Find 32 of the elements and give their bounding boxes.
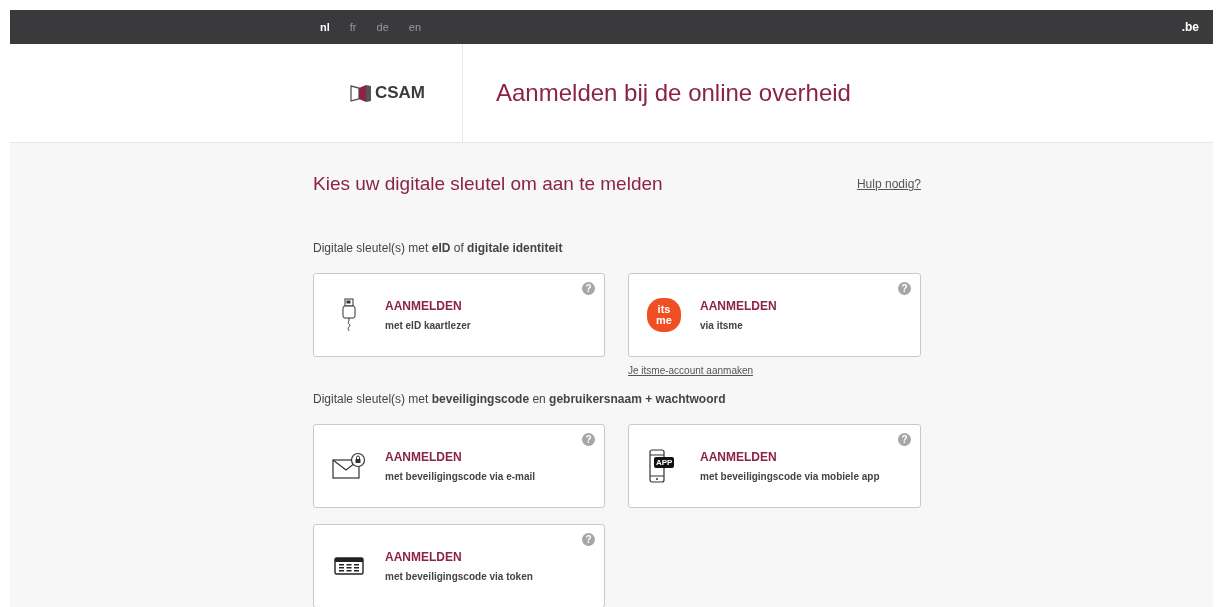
card-title: AANMELDEN xyxy=(385,448,463,466)
login-card[interactable]: AANMELDEN met beveiligingscode via e-mail ? xyxy=(313,423,605,508)
card-subtitle: met beveiligingscode via mobiele app xyxy=(700,469,880,484)
language-link[interactable]: de xyxy=(376,18,389,36)
card-title: AANMELDEN xyxy=(700,297,777,315)
card-subtitle: met beveiligingscode via token xyxy=(385,569,533,584)
login-card[interactable]: AANMELDEN met beveiligingscode via token ? xyxy=(313,523,605,607)
create-account-link[interactable]: Je itsme-account aanmaken xyxy=(628,362,754,378)
card-subtitle: via itsme xyxy=(700,318,744,333)
section-label: Digitale sleutel(s) met eID of digitale identiteit xyxy=(313,239,564,257)
logo-text: CSAM xyxy=(374,82,425,105)
envelope-lock-icon xyxy=(332,451,366,480)
logo-icon xyxy=(349,83,372,103)
page-title: Aanmelden bij de online overheid xyxy=(495,78,851,108)
card-subtitle: met eID kaartlezer xyxy=(385,318,471,333)
language-link[interactable]: en xyxy=(408,18,421,36)
section-label: Digitale sleutel(s) met beveiligingscode en gebruikersnaam + wachtwoord xyxy=(313,390,727,408)
section-heading: Kies uw digitale sleutel om aan te melden xyxy=(313,173,663,196)
language-link[interactable]: nl xyxy=(320,18,330,36)
card-title: AANMELDEN xyxy=(385,297,463,315)
login-card[interactable]: APP AANMELDEN met beveiligingscode via mobiele app ? xyxy=(628,423,921,508)
token-icon xyxy=(334,556,364,575)
card-subtitle: met beveiligingscode via e-mail xyxy=(385,469,536,484)
help-link[interactable]: Hulp nodig? xyxy=(856,175,921,194)
login-card[interactable]: its me AANMELDEN via itsme ? xyxy=(628,272,921,357)
card-reader-icon xyxy=(342,297,356,332)
card-title: AANMELDEN xyxy=(700,448,778,466)
itsme-logo: its me xyxy=(647,297,681,332)
language-link[interactable]: fr xyxy=(349,18,357,36)
domain-label: .be xyxy=(1181,19,1199,36)
card-title: AANMELDEN xyxy=(385,548,463,566)
login-card[interactable]: AANMELDEN met eID kaartlezer ? xyxy=(313,272,605,357)
